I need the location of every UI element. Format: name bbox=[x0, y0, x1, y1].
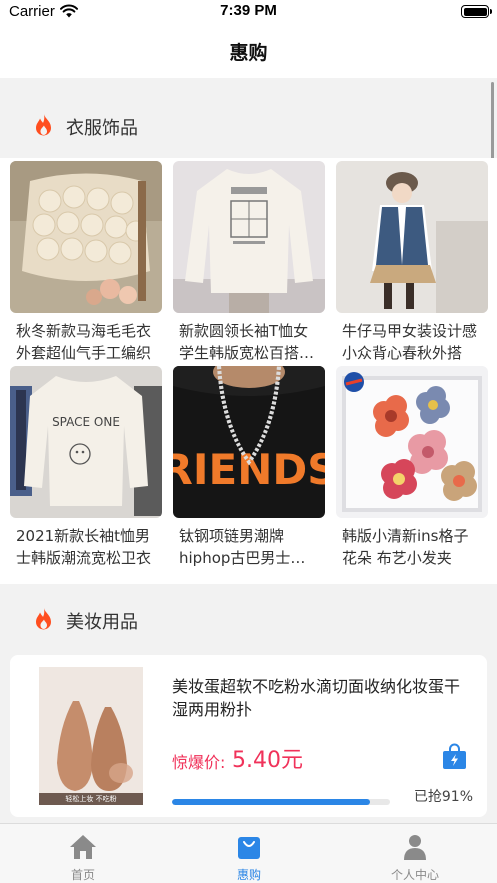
grabbed-percent: 已抢91% bbox=[413, 789, 473, 805]
content-scroll-view[interactable]: 衣服饰品 秋冬新款马海毛毛衣外套超仙气手工编织 新款圆领长袖T恤女学生韩版宽松百… bbox=[0, 78, 497, 823]
product-card[interactable]: RIENDS 钛钢项链男潮牌hiphop古巴男士链条 bbox=[173, 366, 325, 572]
tab-profile[interactable]: 个人中心 bbox=[332, 824, 497, 883]
deal-card[interactable]: 轻松上妆 不吃粉 美妆蛋超软不吃粉水滴切面收纳化妆蛋干湿两用粉扑 惊爆价: 5.… bbox=[10, 655, 487, 817]
tab-label: 惠购 bbox=[236, 868, 261, 882]
tab-label: 首页 bbox=[70, 868, 95, 882]
svg-text:SPACE ONE: SPACE ONE bbox=[52, 415, 120, 429]
price-label: 惊爆价: bbox=[172, 753, 226, 772]
product-name: 牛仔马甲女装设计感小众背心春秋外搭 bbox=[342, 322, 478, 362]
product-name: 2021新款长袖t恤男士韩版潮流宽松卫衣 bbox=[16, 527, 152, 567]
product-name: 新款圆领长袖T恤女学生韩版宽松百搭上衣 bbox=[179, 322, 315, 362]
product-card[interactable]: 韩版小清新ins格子花朵 布艺小发夹 bbox=[336, 366, 488, 572]
product-image bbox=[336, 366, 488, 518]
tab-bar: 首页 惠购 个人中心 bbox=[0, 823, 497, 883]
product-card[interactable]: 新款圆领长袖T恤女学生韩版宽松百搭上衣 bbox=[173, 161, 325, 367]
flash-sale-bag-icon[interactable] bbox=[442, 743, 467, 770]
product-image: RIENDS bbox=[173, 366, 325, 518]
product-image bbox=[173, 161, 325, 313]
product-card[interactable]: SPACE ONE 2021新款长袖t恤男士韩版潮流宽松卫衣 bbox=[10, 366, 162, 572]
status-bar: Carrier 7:39 PM bbox=[0, 0, 497, 26]
tab-deals[interactable]: 惠购 bbox=[166, 824, 332, 883]
home-icon bbox=[70, 835, 96, 859]
flame-icon bbox=[36, 114, 51, 136]
price-value: 5.40元 bbox=[232, 748, 303, 773]
product-card[interactable]: 秋冬新款马海毛毛衣外套超仙气手工编织 bbox=[10, 161, 162, 367]
section-title: 衣服饰品 bbox=[66, 118, 138, 139]
svg-text:RIENDS: RIENDS bbox=[173, 445, 325, 494]
clock: 7:39 PM bbox=[220, 2, 277, 19]
product-grid: 秋冬新款马海毛毛衣外套超仙气手工编织 新款圆领长袖T恤女学生韩版宽松百搭上衣 bbox=[0, 158, 497, 584]
product-name: 钛钢项链男潮牌hiphop古巴男士链条 bbox=[179, 527, 306, 567]
deal-image: 轻松上妆 不吃粉 bbox=[39, 667, 143, 805]
product-image bbox=[10, 161, 162, 313]
tab-home[interactable]: 首页 bbox=[0, 824, 166, 883]
sales-progress-bar bbox=[172, 799, 390, 805]
page-title: 惠购 bbox=[229, 42, 268, 64]
deal-name: 美妆蛋超软不吃粉水滴切面收纳化妆蛋干湿两用粉扑 bbox=[172, 677, 461, 719]
deal-image-caption: 轻松上妆 不吃粉 bbox=[65, 795, 117, 803]
nav-bar: 惠购 bbox=[0, 26, 497, 78]
user-icon bbox=[404, 835, 426, 860]
product-image bbox=[336, 161, 488, 313]
section-title: 美妆用品 bbox=[66, 612, 138, 633]
section-header-cosmetics: 美妆用品 bbox=[0, 588, 497, 648]
tab-label: 个人中心 bbox=[390, 868, 439, 882]
product-name: 韩版小清新ins格子花朵 布艺小发夹 bbox=[342, 527, 469, 567]
flame-icon bbox=[36, 608, 51, 630]
sales-progress-fill bbox=[172, 799, 371, 805]
section-header-clothing: 衣服饰品 bbox=[0, 94, 497, 154]
product-name: 秋冬新款马海毛毛衣外套超仙气手工编织 bbox=[16, 322, 152, 362]
product-image: SPACE ONE bbox=[10, 366, 162, 518]
product-card[interactable]: 牛仔马甲女装设计感小众背心春秋外搭 bbox=[336, 161, 488, 367]
shopping-bag-icon bbox=[238, 837, 260, 859]
battery-icon bbox=[461, 5, 492, 18]
